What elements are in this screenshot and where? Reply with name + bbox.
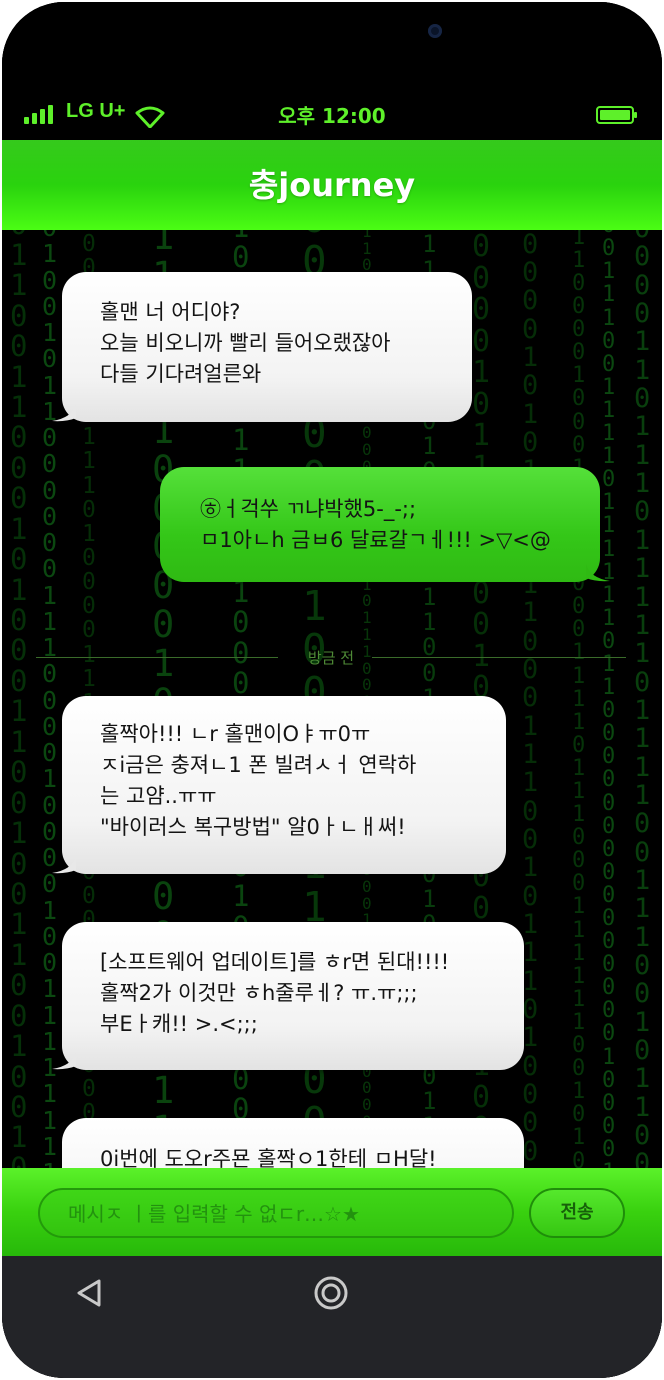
phone-frame: 0 0 1 0 1 1 0 0 1 1 0 0 0 1 0 1 0 0 0 1 … — [2, 2, 662, 1378]
bubble-tail — [52, 856, 76, 874]
message-line: 는 고얌..ㅠㅠ — [100, 784, 217, 808]
message-line: 홀맨 너 어디야? — [100, 300, 241, 324]
message-line: 다들 기다려얼른와 — [100, 362, 262, 386]
message-input-container — [38, 1188, 514, 1238]
battery-icon — [596, 106, 637, 124]
notch — [200, 2, 466, 68]
home-icon[interactable] — [312, 1274, 350, 1312]
navigation-bar — [2, 1256, 662, 1378]
message-line: ㅈi금은 충져ㄴ1 폰 빌려ㅅㅓ 연락하 — [100, 753, 417, 777]
battery-level — [600, 110, 630, 120]
message-line: 홀짝아!!! ㄴr 홀맨이Оㅑㅠ0ㅠ — [100, 722, 371, 746]
message-input[interactable] — [66, 1190, 490, 1238]
time-divider: 방금 전 — [36, 647, 626, 667]
chat-title: 충journey — [248, 166, 416, 204]
divider-label: 방금 전 — [307, 649, 355, 667]
input-bar: 전송 — [2, 1168, 662, 1256]
screen: 0 0 1 0 1 1 0 0 1 1 0 0 0 1 0 1 0 0 0 1 … — [2, 2, 662, 1378]
message-line: ㉭ㅓ걱쑤 ㄲ냐박했5-_-;; — [200, 497, 417, 521]
camera-icon — [428, 24, 442, 38]
status-bar: LG U+ 오후 12:00 — [2, 94, 662, 134]
message-line: 부Eㅏ캐!! >.<;;; — [100, 1012, 258, 1036]
send-button[interactable]: 전송 — [529, 1188, 625, 1238]
status-time: 오후 12:00 — [278, 104, 386, 128]
message-bubble-incoming: 홀짝아!!! ㄴr 홀맨이Оㅑㅠ0ㅠ ㅈi금은 충져ㄴ1 폰 빌려ㅅㅓ 연락하 … — [52, 696, 506, 874]
message-line: "바이러스 복구방법" 알0ㅏㄴㅐ써! — [100, 815, 406, 839]
message-bubble-outgoing: ㉭ㅓ걱쑤 ㄲ냐박했5-_-;; ㅁ1아ㄴh 금ㅂ6 달료갈ㄱㅔ!!! >▽<@ — [160, 467, 610, 582]
message-line: 홀짝2가 이것만 ㅎh줄루ㅔ? ㅠ.ㅠ;;; — [100, 981, 418, 1005]
bubble-tail — [52, 404, 76, 422]
bubble-tail — [586, 564, 610, 582]
back-icon[interactable] — [72, 1276, 106, 1310]
chat-header: 충journey — [2, 140, 662, 230]
message-line: 오늘 비오니까 빨리 들어오랬잖아 — [100, 331, 391, 355]
bubble-tail — [52, 1052, 76, 1070]
message-bubble-incoming: 홀맨 너 어디야? 오늘 비오니까 빨리 들어오랬잖아 다들 기다려얼른와 — [52, 272, 472, 422]
message-bubble-incoming: [소프트웨어 업데이트]를 ㅎr면 된대!!!! 홀짝2가 이것만 ㅎh줄루ㅔ?… — [52, 922, 524, 1070]
message-line: ㅁ1아ㄴh 금ㅂ6 달료갈ㄱㅔ!!! >▽<@ — [200, 528, 551, 552]
message-line: [소프트웨어 업데이트]를 ㅎr면 된대!!!! — [100, 950, 450, 974]
